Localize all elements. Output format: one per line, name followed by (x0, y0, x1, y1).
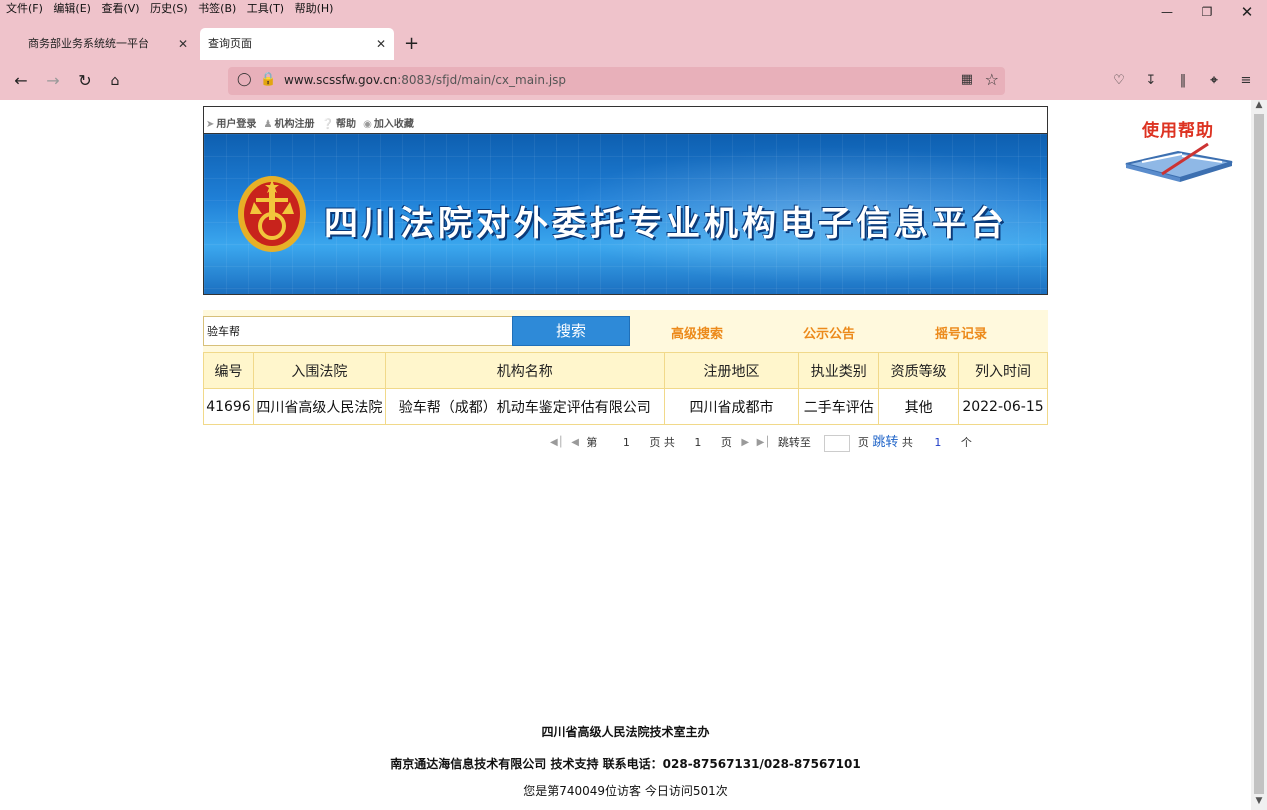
total-prefix: 共 (901, 436, 913, 449)
shield-icon[interactable]: ◯ (237, 72, 252, 87)
cell-listed-date: 2022-06-15 (958, 388, 1048, 425)
download-icon[interactable]: ↧ (1140, 70, 1162, 92)
close-tab-icon[interactable]: ✕ (376, 28, 386, 60)
cell-org-name[interactable]: 验车帮（成都）机动车鉴定评估有限公司 (384, 388, 665, 425)
cell-court: 四川省高级人民法院 (252, 388, 386, 425)
add-favorite-link[interactable]: 加入收藏 (374, 115, 414, 130)
cell-practice-type: 二手车评估 (798, 388, 880, 425)
next-page-icon[interactable]: ▶ (741, 434, 749, 452)
page-prefix: 第 (586, 436, 598, 449)
pagination: ◀│ ◀ 第 1 页 共 1 页 ▶ ▶│ 跳转至 页 跳转 共 1 个 (550, 434, 972, 452)
jump-to-label: 跳转至 (777, 436, 811, 449)
tab-commerce-platform[interactable]: 商务部业务系统统一平台 ✕ (0, 28, 196, 60)
help-link[interactable]: 帮助 (336, 115, 356, 130)
lottery-record-link[interactable]: 摇号记录 (935, 323, 987, 342)
forward-icon[interactable]: → (42, 70, 64, 92)
tab-label: 查询页面 (208, 37, 252, 50)
table-row[interactable]: 41696 四川省高级人民法院 验车帮（成都）机动车鉴定评估有限公司 四川省成都… (203, 388, 1048, 425)
jump-button[interactable]: 跳转 (872, 434, 898, 452)
col-header-id: 编号 (203, 352, 254, 389)
address-bar[interactable]: ◯ 🔒 www.scssfw.gov.cn:8083/sfjd/main/cx_… (228, 67, 1005, 95)
crop-icon[interactable]: ⌖ (1203, 70, 1225, 92)
register-link[interactable]: 机构注册 (274, 115, 314, 130)
menu-view[interactable]: 查看(V) (101, 0, 139, 18)
col-header-region: 注册地区 (663, 352, 800, 389)
col-header-listed-date: 列入时间 (958, 352, 1048, 389)
library-icon[interactable]: ‖ (1172, 70, 1194, 92)
footer-host: 四川省高级人民法院技术室主办 (541, 725, 710, 739)
cell-qualification: 其他 (878, 388, 960, 425)
banner-title: 四川法院对外委托专业机构电子信息平台 (324, 204, 1008, 244)
app-menu-icon[interactable]: ≡ (1235, 70, 1257, 92)
search-input[interactable] (203, 316, 513, 346)
new-tab-icon[interactable]: + (404, 33, 419, 54)
cell-id: 41696 (203, 388, 254, 425)
pocket-icon[interactable]: ♡ (1108, 70, 1130, 92)
help-book-icon (1125, 142, 1233, 182)
bookmark-star-icon[interactable]: ☆ (985, 70, 999, 89)
url-text[interactable]: www.scssfw.gov.cn:8083/sfjd/main/cx_main… (284, 73, 566, 87)
reload-icon[interactable]: ↻ (74, 70, 96, 92)
page-unit: 页 (720, 436, 732, 449)
user-register-icon: ♟ (263, 119, 273, 130)
current-page: 1 (622, 436, 630, 449)
page-total-label: 页 共 (649, 436, 675, 449)
col-header-practice-type: 执业类别 (798, 352, 880, 389)
results-table: 编号 入围法院 机构名称 注册地区 执业类别 资质等级 列入时间 41696 四… (203, 352, 1048, 425)
footer-visits: 您是第740049位访客 今日访问501次 (523, 784, 728, 798)
total-count: 1 (934, 436, 942, 449)
site-top-links: ➤ 用户登录 ♟ 机构注册 ❔ 帮助 ◉ 加入收藏 (203, 106, 1048, 134)
table-header-row: 编号 入围法院 机构名称 注册地区 执业类别 资质等级 列入时间 (203, 352, 1048, 389)
vertical-scrollbar[interactable]: ▲ ▼ (1251, 100, 1267, 810)
site-banner: 四川法院对外委托专业机构电子信息平台 (203, 133, 1048, 295)
login-icon: ➤ (206, 119, 215, 130)
menu-tools[interactable]: 工具(T) (247, 0, 284, 18)
total-pages: 1 (694, 436, 702, 449)
col-header-org-name: 机构名称 (384, 352, 665, 389)
url-path: :8083/sfjd/main/cx_main.jsp (397, 73, 567, 87)
jump-page-input[interactable] (824, 434, 851, 452)
menu-file[interactable]: 文件(F) (6, 0, 43, 18)
page-unit-2: 页 (857, 436, 869, 449)
court-emblem-icon (238, 176, 306, 252)
browser-chrome: 文件(F) 编辑(E) 查看(V) 历史(S) 书签(B) 工具(T) 帮助(H… (0, 0, 1267, 100)
col-header-court: 入围法院 (252, 352, 386, 389)
advanced-search-link[interactable]: 高级搜索 (671, 323, 723, 342)
first-page-icon[interactable]: ◀│ (550, 434, 564, 452)
menu-bar: 文件(F) 编辑(E) 查看(V) 历史(S) 书签(B) 工具(T) 帮助(H… (0, 0, 1267, 18)
insecure-lock-icon[interactable]: 🔒 (260, 72, 276, 87)
prev-page-icon[interactable]: ◀ (571, 434, 579, 452)
cell-region: 四川省成都市 (663, 388, 800, 425)
menu-history[interactable]: 历史(S) (150, 0, 188, 18)
restore-icon[interactable]: ❐ (1187, 0, 1227, 24)
announcement-link[interactable]: 公示公告 (803, 323, 855, 342)
search-button[interactable]: 搜索 (512, 316, 630, 346)
login-link[interactable]: 用户登录 (216, 115, 256, 130)
tab-label: 商务部业务系统统一平台 (28, 37, 149, 50)
usage-help-badge[interactable]: 使用帮助 (1122, 112, 1237, 184)
menu-bookmarks[interactable]: 书签(B) (198, 0, 236, 18)
search-row: 搜索 高级搜索 公示公告 摇号记录 (203, 310, 1048, 352)
back-icon[interactable]: ← (10, 70, 32, 92)
tab-query-page[interactable]: 查询页面 ✕ (200, 28, 394, 60)
scroll-up-icon[interactable]: ▲ (1251, 100, 1267, 110)
qr-code-icon[interactable]: ▦ (961, 72, 973, 87)
favorite-icon: ◉ (363, 119, 372, 130)
total-unit: 个 (960, 436, 972, 449)
menu-edit[interactable]: 编辑(E) (53, 0, 91, 18)
last-page-icon[interactable]: ▶│ (757, 434, 771, 452)
close-window-icon[interactable]: ✕ (1227, 0, 1267, 24)
col-header-qualification: 资质等级 (878, 352, 960, 389)
scroll-down-icon[interactable]: ▼ (1251, 796, 1267, 806)
scroll-thumb[interactable] (1254, 114, 1264, 794)
home-icon[interactable]: ⌂ (104, 70, 126, 92)
footer-support: 南京通达海信息技术有限公司 技术支持 联系电话：028-87567131/028… (390, 757, 861, 771)
close-tab-icon[interactable]: ✕ (178, 28, 188, 60)
menu-help[interactable]: 帮助(H) (295, 0, 334, 18)
minimize-icon[interactable]: — (1147, 0, 1187, 24)
url-host: www.scssfw.gov.cn (284, 73, 398, 87)
help-icon: ❔ (321, 119, 334, 130)
